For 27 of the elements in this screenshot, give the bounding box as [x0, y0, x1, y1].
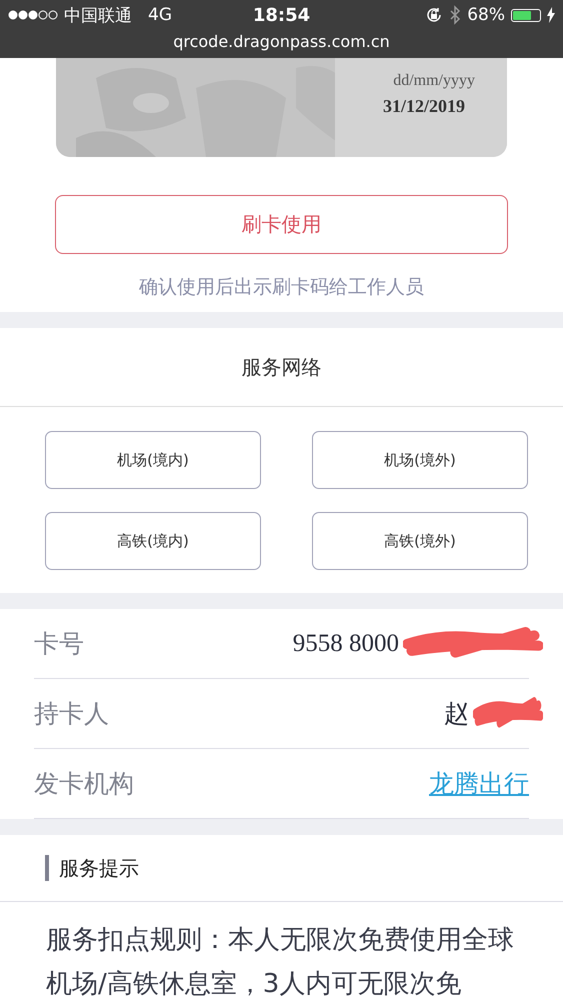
expiry-date: 31/12/2019: [382, 96, 465, 117]
carrier-name: 中国联通: [64, 4, 132, 26]
battery-icon: [511, 8, 541, 22]
clock-time: 18:54: [252, 4, 310, 26]
network-option-button[interactable]: 机场(境外): [312, 431, 528, 489]
charging-icon: [547, 7, 555, 23]
bluetooth-icon: [449, 5, 462, 25]
usage-note: 确认使用后出示刷卡码给工作人员: [139, 275, 424, 300]
network-option-button[interactable]: 高铁(境内): [45, 512, 261, 570]
signal-icon: [8, 10, 58, 20]
date-format: dd/mm/yyyy: [393, 72, 475, 90]
rotation-lock-icon: [425, 6, 444, 24]
detail-value: 9558 8000: [292, 630, 399, 658]
use-card-button[interactable]: 刷卡使用: [55, 195, 508, 254]
detail-label: 持卡人: [34, 698, 109, 730]
service-rules-text: 服务扣点规则：本人无限次免费使用全球机场/高铁休息室，3人内可无限次免: [45, 924, 515, 1000]
detail-value: 赵: [444, 700, 469, 730]
page-url: qrcode.dragonpass.com.cn: [172, 31, 391, 53]
network-type: 4G: [148, 5, 172, 25]
network-option-button[interactable]: 机场(境内): [45, 431, 261, 489]
detail-label: 卡号: [34, 628, 84, 660]
detail-label: 发卡机构: [34, 768, 134, 800]
redaction-scribble: [473, 696, 543, 730]
section-title: 服务提示: [59, 854, 139, 882]
section-title: 服务网络: [0, 328, 563, 407]
network-option-button[interactable]: 高铁(境外): [312, 512, 528, 570]
battery-percent: 68%: [467, 5, 505, 25]
